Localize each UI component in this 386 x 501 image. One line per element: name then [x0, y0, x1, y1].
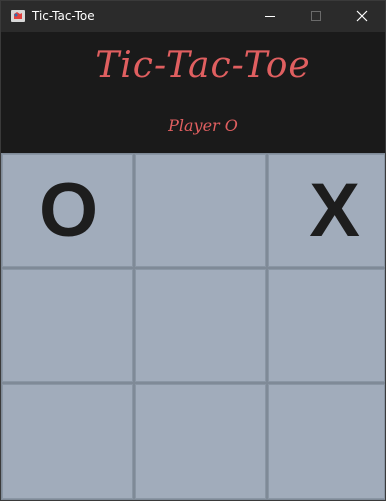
board-cell-4[interactable] — [2, 269, 133, 382]
turn-status: Player O — [168, 116, 238, 135]
maximize-icon — [311, 11, 321, 21]
game-board: O X — [1, 153, 385, 500]
board-cell-2[interactable] — [135, 154, 266, 267]
board-cell-8[interactable] — [135, 384, 266, 499]
title-bar[interactable]: Tic-Tac-Toe — [1, 1, 385, 32]
board-cell-6[interactable] — [268, 269, 385, 382]
minimize-button[interactable] — [247, 1, 293, 32]
maximize-button[interactable] — [293, 1, 339, 32]
close-icon — [356, 10, 368, 22]
app-icon — [10, 8, 26, 24]
game-title: Tic-Tac-Toe — [95, 45, 311, 86]
minimize-icon — [265, 16, 275, 17]
game-header: Tic-Tac-Toe Player O — [1, 32, 385, 153]
close-button[interactable] — [339, 1, 385, 32]
board-cell-7[interactable] — [2, 384, 133, 499]
board-cell-3[interactable]: X — [268, 154, 385, 267]
board-cell-5[interactable] — [135, 269, 266, 382]
board-cell-1[interactable]: O — [2, 154, 133, 267]
app-window: Tic-Tac-Toe Tic-Tac-Toe Player O O X — [0, 0, 386, 501]
board-cell-9[interactable] — [268, 384, 385, 499]
window-title: Tic-Tac-Toe — [32, 9, 95, 23]
